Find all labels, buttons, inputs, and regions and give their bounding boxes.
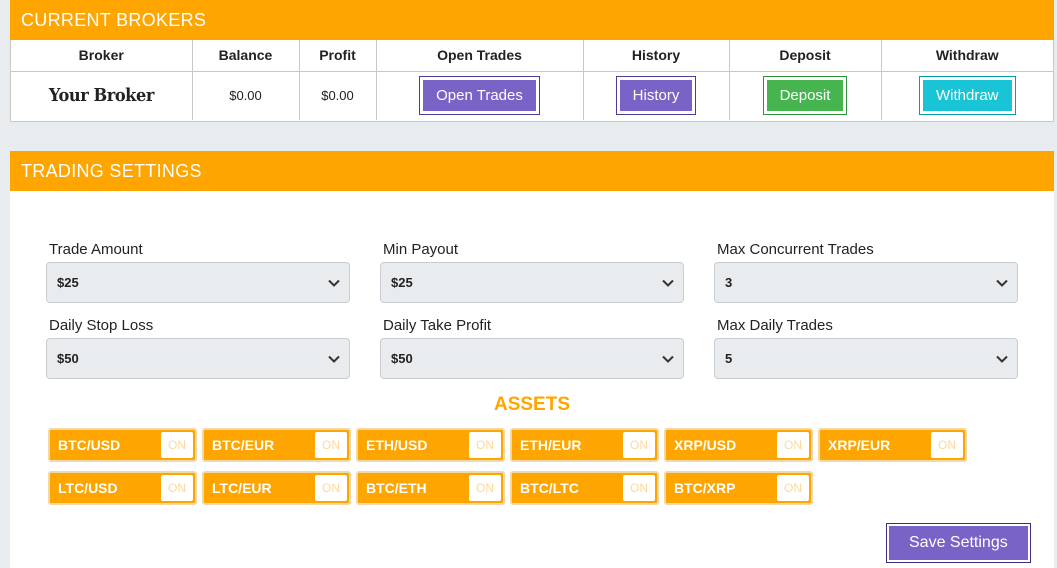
asset-toggle-switch[interactable]: ON [161,475,193,501]
asset-toggle-switch[interactable]: ON [315,475,347,501]
withdraw-button[interactable]: Withdraw [922,80,1012,112]
daily-take-profit-select[interactable]: $50 [380,338,684,379]
save-settings-button[interactable]: Save Settings [889,526,1028,560]
brokers-table: Broker Balance Profit Open Trades Histor… [11,40,1053,120]
asset-toggle-item: BTC/LTC ON [510,471,659,505]
chevron-down-icon [996,279,1008,287]
assets-title: ASSETS [493,394,571,415]
asset-toggle-item: LTC/EUR ON [202,471,351,505]
deposit-button[interactable]: Deposit [766,80,844,112]
asset-toggle-item: ETH/EUR ON [510,428,659,462]
trade-amount-select[interactable]: $25 [46,262,350,303]
asset-toggle-item: BTC/EUR ON [202,428,351,462]
brokers-table-header: Broker Balance Profit Open Trades Histor… [11,40,1053,72]
asset-name: BTC/LTC [520,480,579,496]
current-brokers-panel: CURRENT BROKERS Broker Balance Profit Op… [10,0,1054,122]
current-brokers-header: CURRENT BROKERS [10,0,1054,40]
trading-settings-header: TRADING SETTINGS [10,151,1054,191]
asset-name: ETH/USD [366,437,428,453]
max-daily-trades-label: Max Daily Trades [717,317,833,334]
asset-toggle-item: ETH/USD ON [356,428,505,462]
max-concurrent-trades-field: Max Concurrent Trades 3 [714,240,1018,303]
min-payout-select[interactable]: $25 [380,262,684,303]
daily-stop-loss-select[interactable]: $50 [46,338,350,379]
column-header-balance: Balance [192,40,300,72]
chevron-down-icon [328,355,340,363]
column-header-history: History [583,40,730,72]
asset-toggle-item: BTC/ETH ON [356,471,505,505]
open-trades-button[interactable]: Open Trades [423,80,536,112]
balance-value: $0.00 [192,71,300,120]
asset-toggle-switch[interactable]: ON [777,475,809,501]
asset-toggle-switch[interactable]: ON [623,475,655,501]
column-header-profit: Profit [299,40,377,72]
asset-toggle-item: XRP/EUR ON [818,428,967,462]
asset-toggle-switch[interactable]: ON [469,475,501,501]
asset-name: XRP/USD [674,437,737,453]
trade-amount-label: Trade Amount [49,241,143,258]
column-header-withdraw: Withdraw [881,40,1053,72]
asset-name: BTC/EUR [212,437,275,453]
asset-toggle-switch[interactable]: ON [469,432,501,458]
asset-name: BTC/ETH [366,480,427,496]
table-row: Your Broker $0.00 $0.00 Open Trades Hist… [11,71,1053,120]
daily-take-profit-label: Daily Take Profit [383,317,492,334]
asset-name: XRP/EUR [828,437,891,453]
asset-toggle-item: LTC/USD ON [48,471,197,505]
max-daily-trades-field: Max Daily Trades 5 [714,316,1018,379]
asset-name: ETH/EUR [520,437,582,453]
daily-stop-loss-label: Daily Stop Loss [49,317,154,334]
asset-toggle-switch[interactable]: ON [315,432,347,458]
broker-name: Your Broker [48,85,155,107]
min-payout-field: Min Payout $25 [380,240,684,303]
chevron-down-icon [996,355,1008,363]
daily-take-profit-field: Daily Take Profit $50 [380,316,684,379]
asset-toggle-item: BTC/XRP ON [664,471,813,505]
asset-toggle-switch[interactable]: ON [931,432,963,458]
column-header-open-trades: Open Trades [376,40,584,72]
column-header-broker: Broker [11,40,193,72]
asset-name: BTC/XRP [674,480,736,496]
daily-stop-loss-field: Daily Stop Loss $50 [46,316,350,379]
asset-toggle-switch[interactable]: ON [161,432,193,458]
chevron-down-icon [662,279,674,287]
profit-value: $0.00 [299,71,377,120]
asset-toggle-item: XRP/USD ON [664,428,813,462]
history-button[interactable]: History [619,80,693,112]
column-header-deposit: Deposit [729,40,882,72]
chevron-down-icon [328,279,340,287]
max-concurrent-trades-select[interactable]: 3 [714,262,1018,303]
trade-amount-field: Trade Amount $25 [46,240,350,303]
asset-toggle-switch[interactable]: ON [777,432,809,458]
asset-name: LTC/EUR [212,480,272,496]
asset-name: LTC/USD [58,480,118,496]
max-daily-trades-select[interactable]: 5 [714,338,1018,379]
max-concurrent-trades-label: Max Concurrent Trades [717,241,874,258]
trading-settings-panel: TRADING SETTINGS Trade Amount $25 Min Pa… [10,151,1054,568]
min-payout-label: Min Payout [383,241,459,258]
asset-toggle-switch[interactable]: ON [623,432,655,458]
chevron-down-icon [662,355,674,363]
asset-name: BTC/USD [58,437,121,453]
asset-toggle-item: BTC/USD ON [48,428,197,462]
